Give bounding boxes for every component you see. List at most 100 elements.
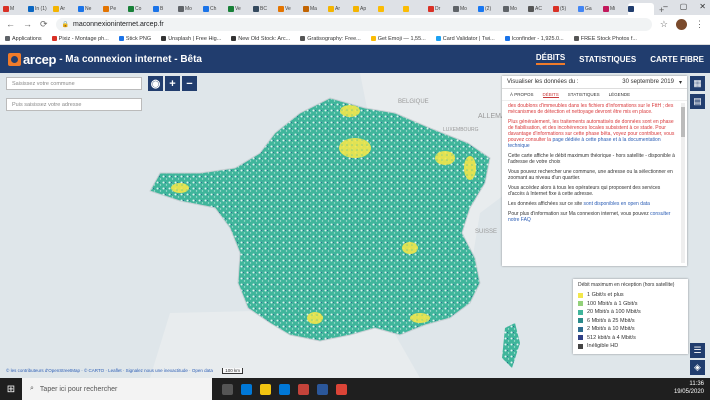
mail-icon[interactable] (298, 383, 309, 395)
calendar-button[interactable]: ▦ (690, 76, 705, 91)
browser-tab[interactable]: Ve (228, 3, 252, 15)
browser-tab[interactable]: Ar (53, 3, 77, 15)
browser-tab[interactable]: Ga (578, 3, 602, 15)
zoom-out-button[interactable]: − (182, 76, 197, 91)
browser-tab[interactable]: Dr (428, 3, 452, 15)
bookmark-item[interactable]: Gratisography: Free... (300, 36, 361, 42)
minimize-icon[interactable]: – (663, 2, 667, 11)
bookmark-item[interactable]: Unsplash | Free Hig... (161, 36, 221, 42)
browser-tab[interactable]: Ve (278, 3, 302, 15)
list-button[interactable]: ☰ (690, 343, 705, 358)
browser-tab[interactable]: Ch (203, 3, 227, 15)
system-tray-clock[interactable]: 11:36 19/05/2020 (674, 380, 704, 396)
tab-favicon-icon (228, 6, 234, 12)
locate-button[interactable]: ◉ (148, 76, 163, 91)
nav-carte-fibre[interactable]: CARTE FIBRE (650, 55, 704, 64)
maximize-icon[interactable]: ▢ (680, 2, 688, 11)
browser-tab[interactable]: Mo (453, 3, 477, 15)
forward-icon[interactable]: → (23, 19, 32, 29)
tab-label: Ar (335, 6, 340, 12)
browser-tab[interactable]: Mo (178, 3, 202, 15)
bookmark-item[interactable]: New Old Stock: Arc... (231, 36, 290, 42)
tab-favicon-icon (253, 6, 259, 12)
france-shape (149, 97, 491, 342)
bookmark-favicon-icon (161, 36, 167, 41)
tab-favicon-icon (103, 6, 109, 12)
documents-button[interactable]: ▤ (690, 94, 705, 109)
chrome-icon[interactable] (336, 383, 347, 395)
browser-tab[interactable]: B (153, 3, 177, 15)
tab-debits[interactable]: DÉBITS (542, 92, 559, 98)
browser-tab[interactable]: Mo (503, 3, 527, 15)
close-icon[interactable]: ✕ (699, 2, 706, 11)
bookmark-favicon-icon (51, 36, 57, 41)
zoom-in-button[interactable]: + (165, 76, 180, 91)
bookmark-item[interactable]: Iconfinder - 1,925.0... (504, 36, 564, 42)
task-view-icon[interactable] (222, 383, 233, 395)
browser-tab[interactable]: Co (128, 3, 152, 15)
browser-tab[interactable]: BC (253, 3, 277, 15)
browser-tab[interactable] (378, 3, 402, 15)
scroll-thumb[interactable] (681, 107, 685, 137)
legend-swatch (578, 318, 583, 324)
store-icon[interactable] (279, 383, 290, 395)
browser-tab[interactable]: M (3, 3, 27, 15)
nav-debits[interactable]: DÉBITS (535, 53, 566, 65)
panel-scrollbar[interactable] (681, 103, 685, 263)
date-select-value: 30 septembre 2019 (622, 78, 674, 85)
browser-tab[interactable]: Ap (353, 3, 377, 15)
browser-tab[interactable]: (5) (553, 3, 577, 15)
browser-tab[interactable]: AC (528, 3, 552, 15)
explorer-icon[interactable] (260, 383, 271, 395)
address-search-input[interactable]: Puis saisissez votre adresse (6, 98, 142, 111)
edge-icon[interactable] (241, 383, 252, 395)
nav-statistiques[interactable]: STATISTIQUES (579, 55, 636, 64)
browser-tab[interactable] (403, 3, 427, 15)
opendata-link[interactable]: sont disponibles en open data (584, 201, 650, 207)
browser-tab[interactable]: Mi (603, 3, 627, 15)
tab-legende[interactable]: LÉGENDE (609, 92, 631, 97)
browser-tab[interactable]: Ne (78, 3, 102, 15)
legend-label: 100 Mbit/s à 1 Gbit/s (587, 300, 638, 307)
star-icon[interactable]: ☆ (660, 19, 668, 30)
bookmark-item[interactable]: Pixiz - Montage ph... (51, 36, 109, 42)
arcep-logo[interactable]: arcep (8, 52, 57, 67)
bookmark-item[interactable]: FREE Stock Photos f... (573, 36, 637, 42)
bookmark-item[interactable]: Applications (5, 36, 42, 42)
back-icon[interactable]: ← (6, 19, 15, 29)
legend-label: 512 kbit/s à 4 Mbit/s (587, 334, 636, 341)
taskbar-search[interactable]: ⌕ Taper ici pour rechercher (22, 378, 212, 400)
layers-button[interactable]: ◈ (690, 360, 705, 375)
patch-toulouse (307, 312, 323, 324)
browser-tab[interactable]: Ar (328, 3, 352, 15)
tab-label: (5) (560, 6, 567, 12)
attribution-text[interactable]: © les contributeurs d'OpenStreetMap · © … (6, 368, 213, 373)
bookmark-favicon-icon (573, 36, 579, 41)
word-icon[interactable] (317, 383, 328, 395)
bookmark-item[interactable]: Get Emoji — 1,55... (370, 36, 426, 42)
browser-tab[interactable]: Ma (303, 3, 327, 15)
browser-tab[interactable]: Pe (103, 3, 127, 15)
map-attribution[interactable]: © les contributeurs d'OpenStreetMap · © … (6, 368, 243, 374)
browser-tab[interactable]: In (1) (28, 3, 52, 15)
browser-tab[interactable]: (2) (478, 3, 502, 15)
tab-label: Ve (235, 6, 241, 12)
legend-label: Inéligible HD (587, 343, 619, 350)
tab-a-propos[interactable]: À PROPOS (510, 92, 534, 97)
para-faq: Pour plus d'information sur Ma connexion… (508, 211, 676, 223)
menu-icon[interactable]: ⋮ (695, 19, 704, 30)
browser-tab[interactable] (628, 3, 654, 15)
bookmark-item[interactable]: Stick PNG (118, 36, 151, 42)
profile-avatar[interactable] (676, 18, 687, 30)
bookmark-item[interactable]: Card Validator | Twi... (435, 36, 495, 42)
url-field[interactable]: 🔒 maconnexioninternet.arcep.fr (55, 17, 652, 31)
tab-statistiques[interactable]: STATISTIQUES (568, 92, 600, 97)
tab-favicon-icon (278, 6, 284, 12)
commune-search-input[interactable]: Saisissez votre commune (6, 77, 142, 90)
legend-item: 20 Mbit/s à 100 Mbit/s (578, 308, 683, 317)
document-icon: ▤ (693, 96, 702, 106)
windows-start-icon[interactable]: ⊞ (0, 378, 22, 400)
date-select[interactable]: 30 septembre 2019 ▾ (622, 79, 682, 86)
legend-label: 20 Mbit/s à 100 Mbit/s (587, 309, 641, 316)
reload-icon[interactable]: ⟳ (40, 19, 48, 30)
